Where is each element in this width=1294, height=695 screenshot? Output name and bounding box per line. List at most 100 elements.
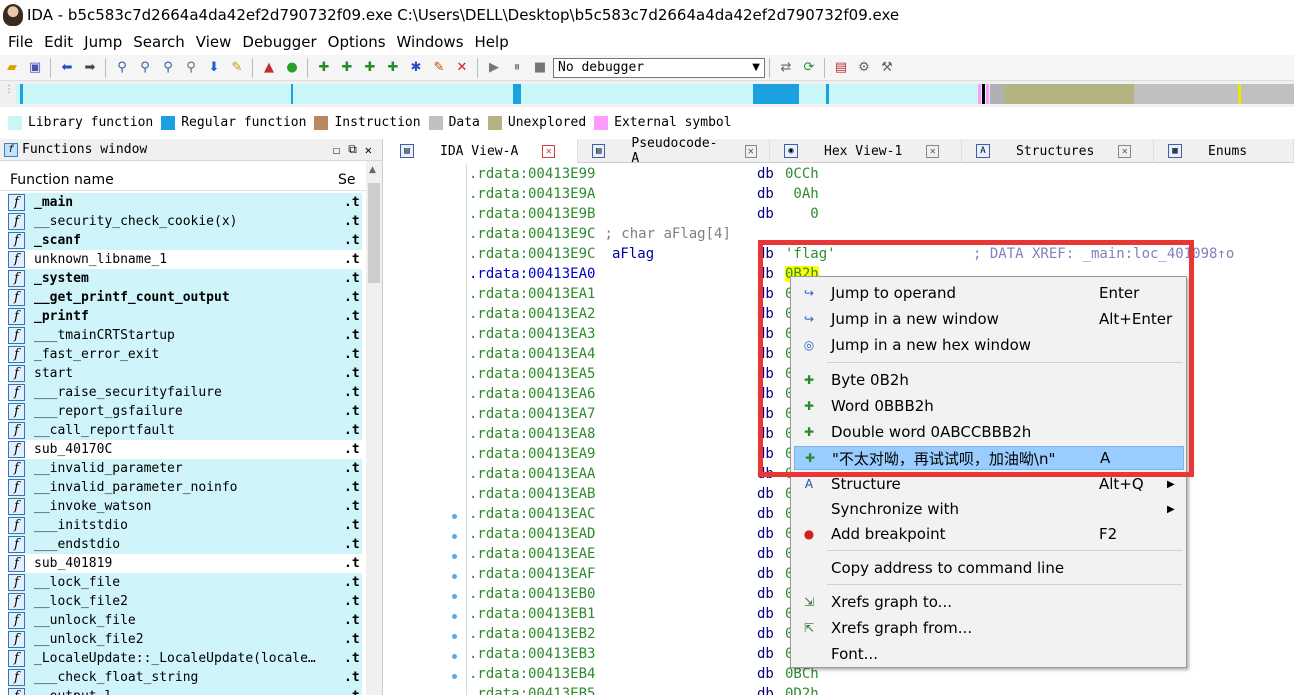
function-row[interactable]: f ___raise_securityfailure .t <box>8 383 362 402</box>
close-icon[interactable]: ✕ <box>365 143 372 157</box>
function-row[interactable]: f sub_401819 .t <box>8 554 362 573</box>
function-row[interactable]: f ___endstdio .t <box>8 535 362 554</box>
back-arrow-icon[interactable]: ⬅ <box>56 57 78 79</box>
minimize-icon[interactable]: ☐ <box>333 143 340 157</box>
rename-icon[interactable]: ✎ <box>428 57 450 79</box>
line-operand[interactable]: 0BCh <box>785 666 819 682</box>
function-row[interactable]: f start .t <box>8 364 362 383</box>
undefine-icon[interactable]: ✕ <box>451 57 473 79</box>
function-row[interactable]: f _LocaleUpdate::_LocaleUpdate(locale… .t <box>8 649 362 668</box>
menu-debugger[interactable]: Debugger <box>242 33 316 51</box>
tab-structures[interactable]: A Structures ✕ <box>962 139 1154 163</box>
disasm-line[interactable]: .rdata:00413EB4 db 0BCh <box>469 666 1269 686</box>
menu-windows[interactable]: Windows <box>397 33 464 51</box>
column-function-name[interactable]: Function name <box>0 169 334 190</box>
menu-item-add-breakpoint[interactable]: ● Add breakpoint F2 <box>794 522 1184 546</box>
menu-item-copy-address-to-command-line[interactable]: Copy address to command line <box>794 556 1184 580</box>
line-operand[interactable]: 0 <box>785 206 818 222</box>
jump-down-icon[interactable]: ⬇ <box>203 57 225 79</box>
menu-item-synchronize-with[interactable]: Synchronize with ▶ <box>794 497 1184 521</box>
menu-help[interactable]: Help <box>475 33 509 51</box>
tab-pseudocode-a[interactable]: ▤ Pseudocode-A ✕ <box>578 136 770 166</box>
function-row[interactable]: f sub_40170C .t <box>8 440 362 459</box>
function-row[interactable]: f __call_reportfault .t <box>8 421 362 440</box>
function-row[interactable]: f __lock_file2 .t <box>8 592 362 611</box>
function-row[interactable]: f __unlock_file2 .t <box>8 630 362 649</box>
make-array-icon[interactable]: ✚ <box>359 57 381 79</box>
tools-icon[interactable]: ⚒ <box>876 57 898 79</box>
function-row[interactable]: f _scanf .t <box>8 231 362 250</box>
function-row[interactable]: f __invalid_parameter_noinfo .t <box>8 478 362 497</box>
functions-scrollbar[interactable]: ▲ <box>366 161 382 695</box>
flashlight-icon[interactable]: ✎ <box>226 57 248 79</box>
menu-file[interactable]: File <box>8 33 33 51</box>
line-operand[interactable]: 0CCh <box>785 166 819 182</box>
function-row[interactable]: f ___report_gsfailure .t <box>8 402 362 421</box>
close-tab-icon[interactable]: ✕ <box>542 144 556 158</box>
line-operand[interactable]: 0D2h <box>785 686 819 695</box>
binoculars-next-icon[interactable]: ⚲ <box>134 57 156 79</box>
close-tab-icon[interactable]: ✕ <box>926 144 940 158</box>
float-icon[interactable]: ⧉ <box>348 142 357 157</box>
make-struct-icon[interactable]: ✱ <box>405 57 427 79</box>
function-row[interactable]: f __invalid_parameter .t <box>8 459 362 478</box>
menu-jump[interactable]: Jump <box>84 33 122 51</box>
save-icon[interactable]: ▣ <box>24 57 46 79</box>
scrollbar-thumb[interactable] <box>368 183 380 283</box>
scroll-up-icon[interactable]: ▲ <box>369 165 376 175</box>
function-row[interactable]: f __lock_file .t <box>8 573 362 592</box>
tab-hex-view-1[interactable]: ◉ Hex View-1 ✕ <box>770 139 962 163</box>
function-row[interactable]: f _system .t <box>8 269 362 288</box>
function-row[interactable]: f unknown_libname_1 .t <box>8 250 362 269</box>
menu-edit[interactable]: Edit <box>44 33 73 51</box>
function-row[interactable]: f __security_check_cookie(x) .t <box>8 212 362 231</box>
function-row[interactable]: f __output_l.t <box>8 687 362 695</box>
menu-item-font[interactable]: Font... <box>794 642 1184 666</box>
disasm-line[interactable]: .rdata:00413E99 db 0CCh <box>469 166 1269 186</box>
menu-search[interactable]: Search <box>133 33 185 51</box>
function-row[interactable]: f _fast_error_exit .t <box>8 345 362 364</box>
menu-item-xrefs-graph-to[interactable]: ⇲ Xrefs graph to... <box>794 590 1184 614</box>
disasm-line[interactable]: .rdata:00413E9B db 0 <box>469 206 1269 226</box>
column-segment[interactable]: Se <box>334 169 356 190</box>
line-operand[interactable]: 0Ah <box>785 186 818 202</box>
plugin-icon[interactable]: ⚙ <box>853 57 875 79</box>
disasm-line[interactable]: .rdata:00413E9A db 0Ah <box>469 186 1269 206</box>
function-row[interactable]: f _main .t <box>8 193 362 212</box>
tab-enums[interactable]: ▦ Enums <box>1154 139 1294 163</box>
attach-icon[interactable]: ⇄ <box>775 57 797 79</box>
open-file-icon[interactable]: ▰ <box>1 57 23 79</box>
play-icon[interactable]: ▶ <box>483 57 505 79</box>
tab-ida-view-a[interactable]: ▤ IDA View-A ✕ <box>386 139 578 163</box>
debugger-select[interactable]: No debugger ▼ <box>553 57 765 78</box>
stop-icon[interactable]: ■ <box>529 57 551 79</box>
function-row[interactable]: f _printf .t <box>8 307 362 326</box>
function-row[interactable]: f __unlock_file .t <box>8 611 362 630</box>
make-offset-icon[interactable]: ✚ <box>382 57 404 79</box>
line-label[interactable]: aFlag <box>612 246 654 262</box>
navigation-bar[interactable] <box>16 84 1294 104</box>
navigation-band[interactable]: ⋮ <box>0 81 1294 107</box>
notepad-icon[interactable]: ▤ <box>830 57 852 79</box>
make-data-icon[interactable]: ✚ <box>336 57 358 79</box>
forward-arrow-icon[interactable]: ➡ <box>79 57 101 79</box>
menu-view[interactable]: View <box>196 33 232 51</box>
function-row[interactable]: f ___check_float_string .t <box>8 668 362 687</box>
function-row[interactable]: f ___tmainCRTStartup .t <box>8 326 362 345</box>
make-code-icon[interactable]: ✚ <box>313 57 335 79</box>
menu-options[interactable]: Options <box>328 33 386 51</box>
search-binary-icon[interactable]: ⚲ <box>180 57 202 79</box>
pause-icon[interactable]: ⏸ <box>506 57 528 79</box>
binoculars-search-icon[interactable]: ⚲ <box>111 57 133 79</box>
close-tab-icon[interactable]: ✕ <box>744 144 757 158</box>
green-circle-icon[interactable]: ● <box>281 57 303 79</box>
refresh-icon[interactable]: ⟳ <box>798 57 820 79</box>
close-tab-icon[interactable]: ✕ <box>1118 144 1132 158</box>
menu-item-xrefs-graph-from[interactable]: ⇱ Xrefs graph from... <box>794 616 1184 640</box>
function-row[interactable]: f ___initstdio .t <box>8 516 362 535</box>
graph-view-icon[interactable]: ▲ <box>258 57 280 79</box>
function-row[interactable]: f __get_printf_count_output .t <box>8 288 362 307</box>
function-row[interactable]: f __invoke_watson .t <box>8 497 362 516</box>
binoculars-text-icon[interactable]: ⚲ <box>157 57 179 79</box>
disasm-line[interactable]: .rdata:00413EB5 db 0D2h <box>469 686 1269 695</box>
